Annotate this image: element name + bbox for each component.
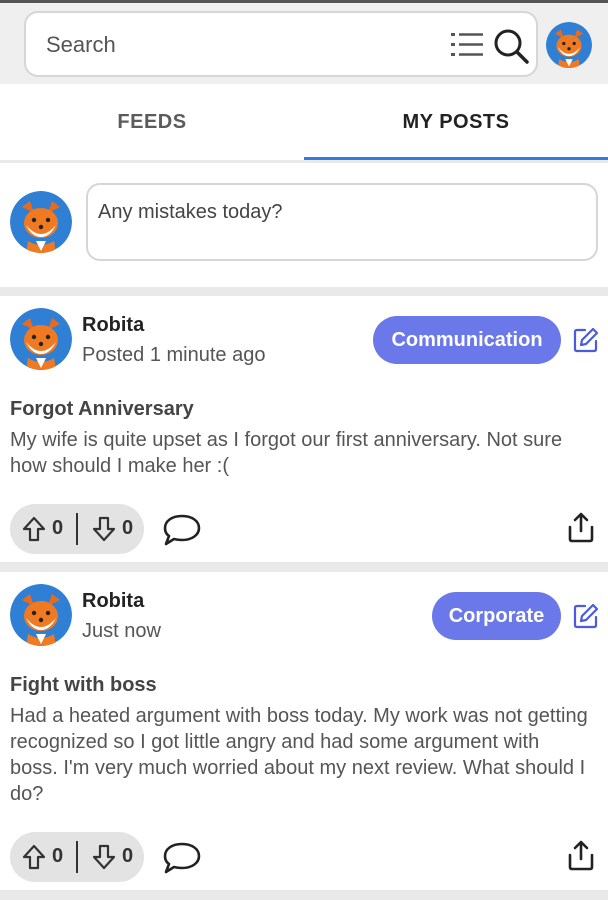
tab-bar: FEEDS MY POSTS: [0, 84, 608, 160]
share-icon[interactable]: [567, 511, 595, 543]
downvote-arrow-icon[interactable]: [92, 844, 116, 870]
post-title: Forgot Anniversary: [10, 398, 194, 420]
vote-control: 0 0: [10, 504, 144, 554]
post-body: My wife is quite upset as I forgot our f…: [10, 429, 563, 477]
vote-divider: [76, 513, 78, 545]
upvote-arrow-icon[interactable]: [22, 516, 46, 542]
upvote-count: 0: [52, 845, 64, 867]
category-badge[interactable]: Communication: [373, 316, 561, 364]
composer-avatar: [10, 191, 72, 253]
active-tab-indicator: [304, 157, 608, 160]
post-card: Robita Just now Corporate Fight with bos…: [0, 572, 608, 890]
vote-control: 0 0: [10, 832, 144, 882]
category-badge[interactable]: Corporate: [432, 592, 561, 640]
post-title: Fight with boss: [10, 674, 157, 696]
post-card: Robita Posted 1 minute ago Communication…: [0, 296, 608, 562]
search-input[interactable]: Search: [46, 32, 116, 58]
downvote-count: 0: [122, 517, 134, 539]
vote-divider: [76, 841, 78, 873]
comment-icon[interactable]: [162, 513, 202, 547]
share-icon[interactable]: [567, 839, 595, 871]
downvote-arrow-icon[interactable]: [92, 516, 116, 542]
post-composer: Any mistakes today?: [0, 163, 608, 287]
post-author[interactable]: Robita: [82, 314, 144, 337]
search-bar[interactable]: Search: [24, 11, 538, 77]
tab-feeds[interactable]: FEEDS: [0, 84, 304, 160]
upvote-count: 0: [52, 517, 64, 539]
tab-my-posts[interactable]: MY POSTS: [304, 84, 608, 160]
post-timestamp: Posted 1 minute ago: [82, 344, 266, 366]
search-icon[interactable]: [492, 27, 530, 65]
post-avatar: [10, 308, 72, 370]
edit-icon[interactable]: [573, 327, 599, 353]
post-body: Had a heated argument with boss today. M…: [10, 705, 588, 805]
top-bar: Search: [0, 0, 608, 84]
downvote-count: 0: [122, 845, 134, 867]
upvote-arrow-icon[interactable]: [22, 844, 46, 870]
user-avatar[interactable]: [546, 22, 592, 68]
list-icon[interactable]: [451, 31, 483, 59]
post-author[interactable]: Robita: [82, 590, 144, 613]
new-post-input[interactable]: Any mistakes today?: [86, 183, 598, 261]
post-avatar: [10, 584, 72, 646]
edit-icon[interactable]: [573, 603, 599, 629]
comment-icon[interactable]: [162, 841, 202, 875]
post-timestamp: Just now: [82, 620, 161, 642]
